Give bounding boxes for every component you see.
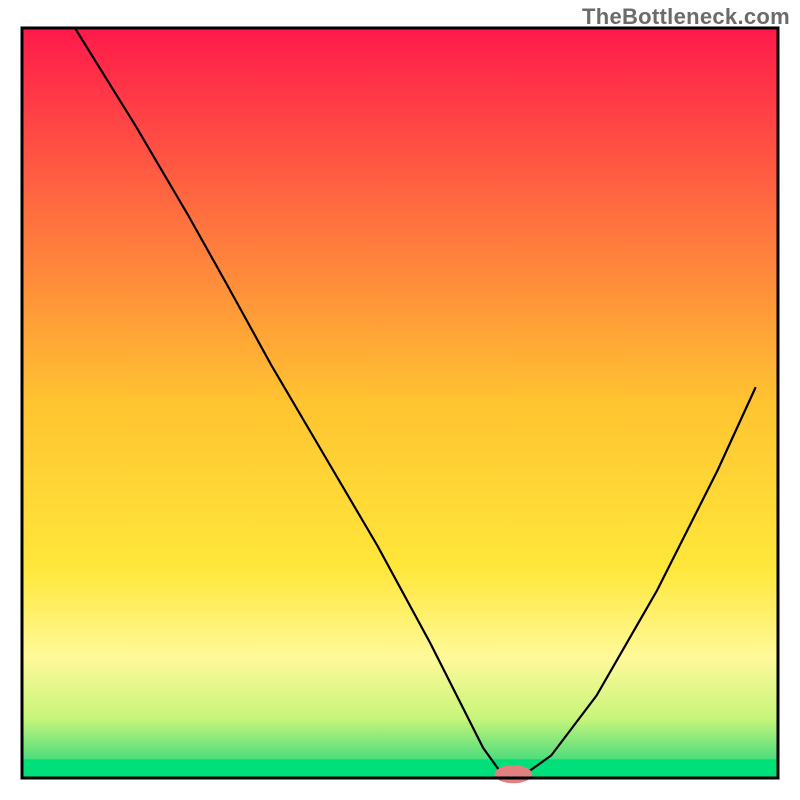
chart-container: TheBottleneck.com xyxy=(0,0,800,800)
plot-area xyxy=(22,28,778,783)
bottom-green-band xyxy=(22,759,778,778)
background-gradient xyxy=(22,28,778,778)
bottleneck-chart xyxy=(0,0,800,800)
watermark-text: TheBottleneck.com xyxy=(582,4,790,30)
optimal-marker xyxy=(495,765,533,783)
